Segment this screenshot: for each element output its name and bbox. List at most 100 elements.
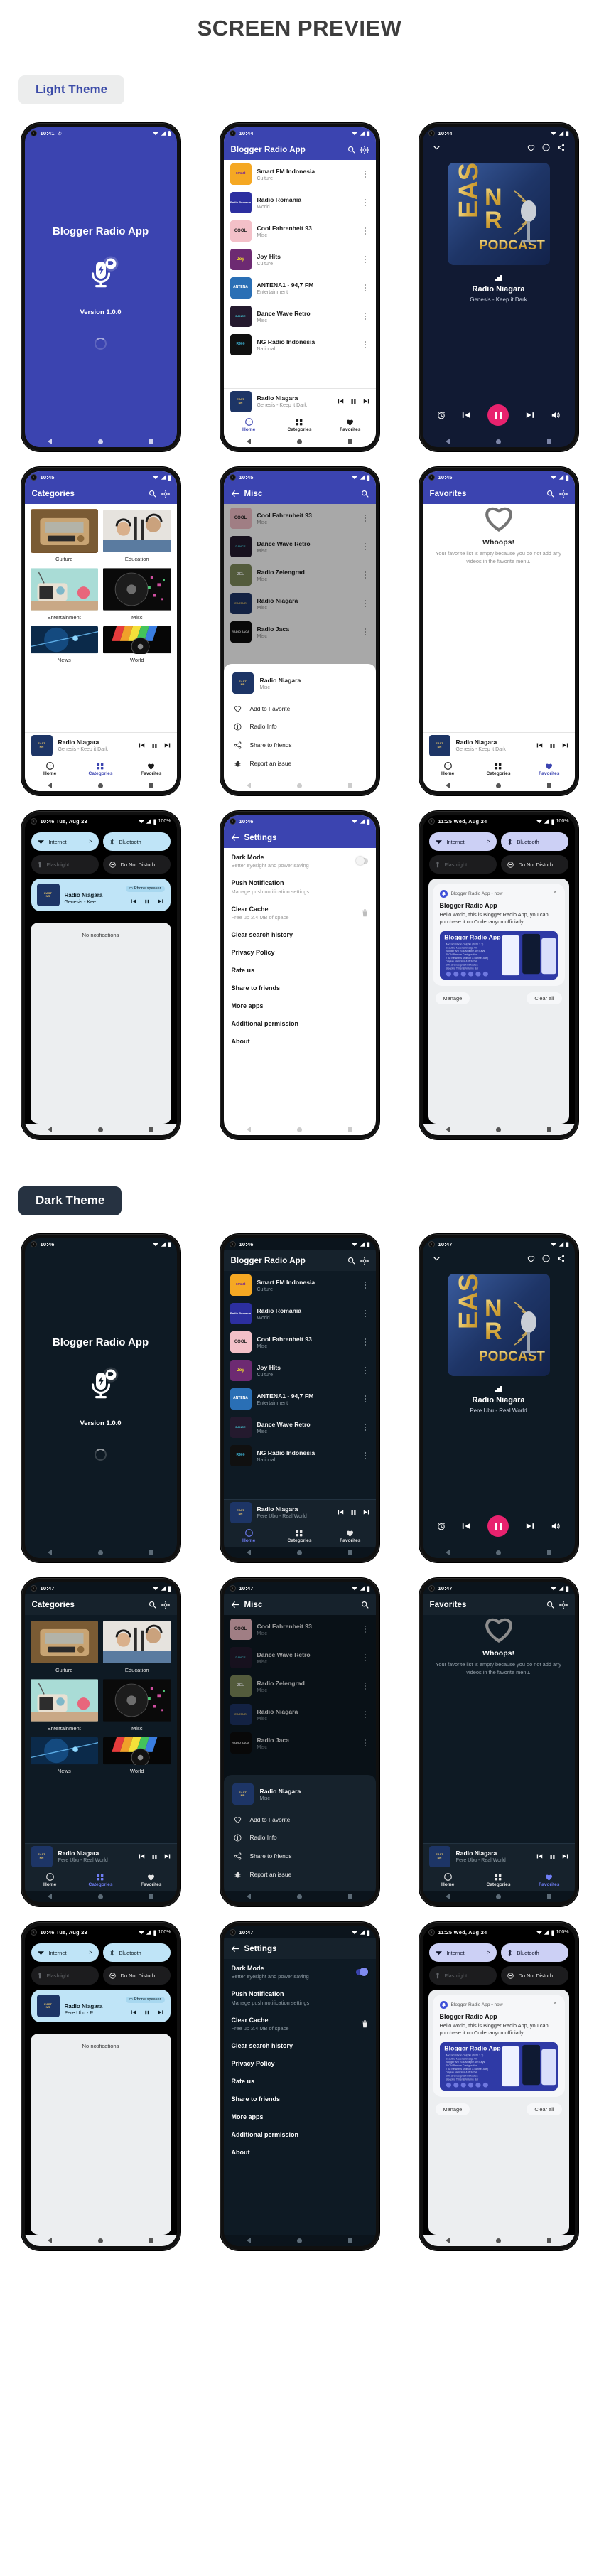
back-button[interactable] bbox=[48, 1127, 52, 1132]
quick-settings-panel[interactable]: Internet> Bluetooth Flashlight Do Not Di… bbox=[25, 1938, 177, 2235]
previous-icon[interactable] bbox=[536, 742, 543, 748]
heart-icon[interactable] bbox=[527, 1255, 535, 1262]
sheet-option-add-favorite[interactable]: Add to Favorite bbox=[224, 1810, 376, 1828]
recents-button[interactable] bbox=[149, 1894, 154, 1899]
setting-more-apps[interactable]: More apps bbox=[224, 997, 376, 1015]
notification-actions[interactable]: Manage Clear all bbox=[436, 992, 562, 1004]
qs-media-player[interactable]: EASTNR ▭ Phone speaker Radio Niagara Per… bbox=[31, 1990, 171, 2022]
category-item[interactable]: World bbox=[103, 626, 171, 663]
recents-button[interactable] bbox=[547, 1550, 552, 1555]
search-icon[interactable] bbox=[546, 490, 554, 498]
qs-tile-internet[interactable]: Internet> bbox=[429, 832, 497, 851]
category-item[interactable]: Culture bbox=[31, 509, 99, 562]
bottom-navigation[interactable]: Home Categories Favorites bbox=[25, 1869, 177, 1891]
back-button[interactable] bbox=[48, 439, 52, 444]
back-button[interactable] bbox=[446, 2238, 450, 2243]
setting-clear-cache[interactable]: Clear CacheFree up 2.4 MB of space bbox=[224, 900, 376, 926]
list-item[interactable]: COOLCool Fahrenheit 93Misc bbox=[224, 1328, 376, 1356]
category-item[interactable]: News bbox=[31, 1737, 99, 1774]
back-button[interactable] bbox=[48, 1894, 52, 1899]
qs-tile-internet[interactable]: Internet> bbox=[429, 1943, 497, 1962]
android-nav-bar[interactable] bbox=[224, 2235, 376, 2246]
android-nav-bar[interactable] bbox=[423, 1891, 575, 1902]
android-nav-bar[interactable] bbox=[423, 1124, 575, 1135]
qs-tile-bluetooth[interactable]: Bluetooth bbox=[501, 832, 568, 851]
chevron-right-icon[interactable]: > bbox=[89, 1950, 92, 1955]
pause-icon[interactable] bbox=[350, 398, 357, 405]
chevron-up-icon[interactable]: ⌃ bbox=[553, 891, 558, 897]
sheet-option-report[interactable]: Report an issue bbox=[224, 1865, 376, 1884]
recents-button[interactable] bbox=[149, 783, 154, 788]
back-button[interactable] bbox=[446, 439, 450, 444]
home-button[interactable] bbox=[98, 439, 103, 444]
home-button[interactable] bbox=[496, 439, 501, 444]
setting-clear-search-history[interactable]: Clear search history bbox=[224, 926, 376, 944]
share-icon[interactable] bbox=[557, 144, 565, 151]
next-icon[interactable] bbox=[562, 742, 568, 748]
categories-grid[interactable]: Culture Education Entertainment Misc New… bbox=[25, 504, 177, 732]
qs-tile-bluetooth[interactable]: Bluetooth bbox=[103, 1943, 171, 1962]
dark-mode-toggle[interactable] bbox=[356, 858, 368, 864]
timer-icon[interactable] bbox=[437, 1522, 446, 1530]
recents-button[interactable] bbox=[547, 439, 552, 444]
pause-icon[interactable] bbox=[549, 742, 556, 749]
recents-button[interactable] bbox=[348, 1550, 353, 1555]
qs-tile-internet[interactable]: Internet> bbox=[31, 832, 99, 851]
recents-button[interactable] bbox=[348, 2238, 353, 2243]
recents-button[interactable] bbox=[348, 1894, 353, 1899]
bottom-navigation[interactable]: Home Categories Favorites bbox=[423, 1869, 575, 1891]
pause-icon[interactable] bbox=[144, 898, 150, 905]
station-options-sheet[interactable]: EASTNR Radio NiagaraMisc Add to Favorite… bbox=[224, 1775, 376, 1891]
setting-privacy-policy[interactable]: Privacy Policy bbox=[224, 2055, 376, 2073]
back-button[interactable] bbox=[446, 1894, 450, 1899]
back-button[interactable] bbox=[48, 1550, 52, 1555]
category-item[interactable]: Education bbox=[103, 509, 171, 562]
back-button[interactable] bbox=[48, 2238, 52, 2243]
sheet-option-share[interactable]: Share to friends bbox=[224, 1847, 376, 1865]
manage-button[interactable]: Manage bbox=[436, 2103, 470, 2115]
home-button[interactable] bbox=[297, 1127, 302, 1132]
setting-additional-permission[interactable]: Additional permission bbox=[224, 2126, 376, 2144]
manage-button[interactable]: Manage bbox=[436, 992, 470, 1004]
previous-icon[interactable] bbox=[139, 1853, 145, 1859]
list-item[interactable]: Radio RomaniaRadio RomaniaWorld bbox=[224, 188, 376, 217]
overflow-menu-icon[interactable] bbox=[362, 1310, 369, 1316]
home-button[interactable] bbox=[98, 2238, 103, 2243]
bottom-nav-home[interactable]: Home bbox=[224, 418, 274, 432]
pause-icon[interactable] bbox=[151, 1853, 158, 1860]
dark-mode-toggle[interactable] bbox=[356, 1969, 368, 1975]
back-button[interactable] bbox=[446, 1550, 450, 1555]
category-item[interactable]: Entertainment bbox=[31, 1678, 99, 1732]
previous-icon[interactable] bbox=[338, 398, 344, 404]
android-nav-bar[interactable] bbox=[423, 2235, 575, 2246]
home-button[interactable] bbox=[496, 1127, 501, 1132]
player-controls[interactable] bbox=[431, 1515, 566, 1537]
back-button[interactable] bbox=[48, 783, 52, 788]
bottom-nav-favorites[interactable]: Favorites bbox=[126, 1874, 176, 1887]
list-item[interactable]: R900NG Radio IndonesiaNational bbox=[224, 1442, 376, 1470]
mini-player-controls[interactable] bbox=[338, 398, 369, 405]
trash-icon[interactable] bbox=[362, 2020, 368, 2028]
search-icon[interactable] bbox=[347, 1257, 355, 1265]
recents-button[interactable] bbox=[547, 783, 552, 788]
home-button[interactable] bbox=[98, 1550, 103, 1555]
category-item[interactable]: News bbox=[31, 626, 99, 663]
notification-shade[interactable]: Internet> Bluetooth Flashlight Do Not Di… bbox=[423, 827, 575, 1124]
mini-player-controls[interactable] bbox=[139, 1853, 171, 1860]
settings-list[interactable]: Dark ModeBetter eyesight and power savin… bbox=[224, 848, 376, 1124]
android-nav-bar[interactable] bbox=[25, 780, 177, 791]
next-icon[interactable] bbox=[363, 398, 369, 404]
qs-tile-flashlight[interactable]: Flashlight bbox=[31, 1966, 99, 1985]
sheet-option-radio-info[interactable]: Radio Info bbox=[224, 717, 376, 736]
previous-icon[interactable] bbox=[462, 411, 470, 419]
bottom-navigation[interactable]: Home Categories Favorites bbox=[224, 1525, 376, 1547]
sheet-option-report[interactable]: Report an issue bbox=[224, 754, 376, 773]
next-icon[interactable] bbox=[164, 742, 171, 748]
player-controls[interactable] bbox=[431, 404, 566, 426]
chevron-right-icon[interactable]: > bbox=[487, 839, 490, 844]
pause-button[interactable] bbox=[487, 1515, 509, 1537]
gear-icon[interactable] bbox=[559, 1601, 568, 1609]
qs-tile-internet[interactable]: Internet> bbox=[31, 1943, 99, 1962]
sheet-option-share[interactable]: Share to friends bbox=[224, 736, 376, 754]
android-nav-bar[interactable] bbox=[25, 1547, 177, 1558]
